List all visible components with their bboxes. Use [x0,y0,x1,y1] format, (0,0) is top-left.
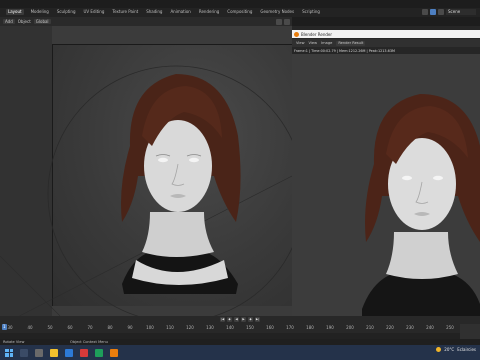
render-menu-view-2[interactable]: View [309,41,318,45]
next-keyframe-button[interactable]: ◆ [248,317,253,322]
render-neck-shape [386,232,458,279]
frame-tick: 110 [166,325,174,330]
proportional-edit-icon[interactable] [284,19,290,25]
shading-icon[interactable] [438,9,444,15]
frame-tick: 70 [87,325,93,330]
render-window-title: Blender Render [301,31,333,37]
render-menu-view[interactable]: View [296,41,305,45]
tab-texture-paint[interactable]: Texture Paint [111,9,139,15]
file-explorer-icon[interactable] [50,348,58,357]
system-tray: 20°C Eclaircies [436,347,476,352]
render-window-titlebar[interactable]: Blender Render [292,30,480,38]
windows-start-icon[interactable] [5,348,13,357]
render-menu-image[interactable]: Image [321,41,332,45]
viewport-header-tools [276,19,290,25]
search-icon[interactable] [20,348,28,357]
3d-viewport[interactable] [0,26,292,316]
tab-layout[interactable]: Layout [6,9,24,15]
frame-tick: 220 [386,325,394,330]
frame-tick: 240 [426,325,434,330]
render-window-header: View View Image Render Result [292,39,480,47]
frame-tick: 180 [306,325,314,330]
render-status-text: Frame:1 | Time:00:02.79 | Mem:1212.26M |… [294,49,395,53]
weather-sun-icon [436,347,442,352]
frame-tick: 40 [27,325,33,330]
tab-modeling[interactable]: Modeling [30,9,50,15]
weather-temperature: 20°C [444,347,455,352]
task-view-icon[interactable] [35,348,43,357]
prev-keyframe-button[interactable]: ◆ [227,317,232,322]
grid-line [0,255,61,316]
viewport-header: Add Object Global [0,17,292,26]
render-collar-shape [362,274,480,316]
frame-tick: 250 [446,325,454,330]
edge-icon[interactable] [65,348,73,357]
frame-tick: 190 [326,325,334,330]
render-window[interactable]: Blender Render View View Image Render Re… [292,26,480,316]
frame-ruler[interactable]: 30 40 50 60 70 80 90 100 110 120 130 140… [0,324,460,332]
current-frame-indicator[interactable]: 1 [2,324,7,330]
jump-start-button[interactable]: |◀ [220,317,225,322]
render-result-canvas[interactable] [292,54,480,316]
tab-scripting[interactable]: Scripting [301,9,321,15]
playback-controls: |◀ ◆ ◀ ▶ ◆ ▶| [0,316,480,323]
workspace-tabs: Layout Modeling Sculpting UV Editing Tex… [6,9,321,15]
neck-shape [142,212,214,257]
scene-selector[interactable]: Scene [446,9,476,15]
frame-tick: 100 [146,325,154,330]
viewport-scene [0,65,292,316]
frame-tick: 130 [206,325,214,330]
frame-tick: 80 [107,325,113,330]
frame-tick: 200 [346,325,354,330]
frame-tick: 150 [246,325,254,330]
blender-taskbar-icon[interactable] [110,348,118,357]
frame-tick: 60 [67,325,73,330]
frame-tick: 210 [366,325,374,330]
head-model[interactable] [121,74,241,294]
play-button[interactable]: ▶ [241,317,246,322]
windows-taskbar: 20°C Eclaircies [0,345,480,360]
tab-rendering[interactable]: Rendering [198,9,220,15]
left-eye-shape [158,157,168,163]
view-layer-icon[interactable] [422,9,428,15]
weather-description: Eclaircies [457,347,476,352]
frame-tick: 230 [406,325,414,330]
transform-orientation-dropdown[interactable]: Global [33,19,51,24]
frame-tick: 140 [226,325,234,330]
app-icon-green[interactable] [95,348,103,357]
render-result-image [362,94,480,316]
play-reverse-button[interactable]: ◀ [234,317,239,322]
right-eye-shape [189,157,199,163]
app-icon-red[interactable] [80,348,88,357]
tab-sculpting[interactable]: Sculpting [56,9,77,15]
overlay-icon[interactable] [430,9,436,15]
tab-compositing[interactable]: Compositing [226,9,253,15]
tab-shading[interactable]: Shading [145,9,163,15]
frame-tick: 120 [186,325,194,330]
blender-logo-icon [294,31,299,37]
frame-tick: 90 [127,325,133,330]
snap-icon[interactable] [276,19,282,25]
top-right-controls: Scene [422,9,476,15]
tab-geometry-nodes[interactable]: Geometry Nodes [259,9,295,15]
frame-tick: 160 [266,325,274,330]
render-right-eye-shape [433,175,443,181]
tab-uv-editing[interactable]: UV Editing [83,9,106,15]
frame-tick: 50 [47,325,53,330]
frame-tick: 170 [286,325,294,330]
jump-end-button[interactable]: ▶| [255,317,260,322]
top-menu-bar: Layout Modeling Sculpting UV Editing Tex… [0,8,480,17]
render-slot-dropdown[interactable]: Render Result [336,40,366,46]
render-left-eye-shape [402,175,412,181]
tab-animation[interactable]: Animation [169,9,191,15]
object-menu[interactable]: Object [18,19,31,24]
add-menu[interactable]: Add [3,19,15,24]
